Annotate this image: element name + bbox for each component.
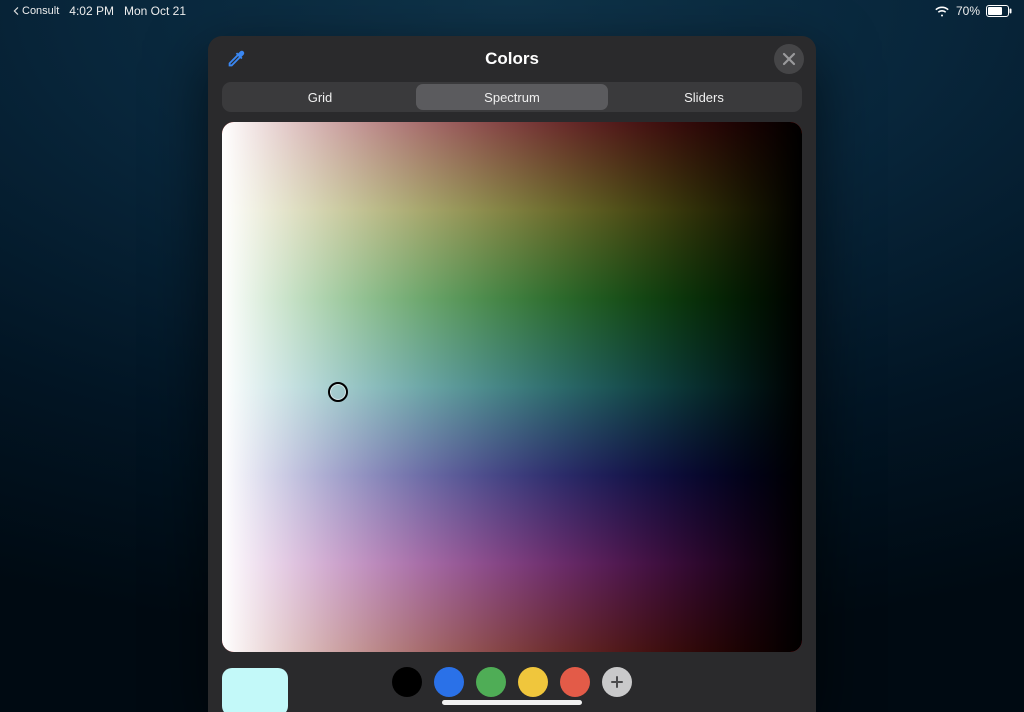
battery-percent: 70% — [956, 4, 980, 18]
spectrum-selector-ring[interactable] — [328, 382, 348, 402]
colors-panel: Colors Grid Spectrum Sliders — [208, 36, 816, 712]
plus-icon — [610, 675, 624, 689]
spectrum-black-layer — [222, 122, 802, 652]
recent-swatch-3[interactable] — [476, 667, 506, 697]
status-left: Consult 4:02 PM Mon Oct 21 — [12, 4, 186, 18]
recent-swatch-5[interactable] — [560, 667, 590, 697]
home-indicator[interactable] — [442, 700, 582, 705]
eyedropper-button[interactable] — [222, 45, 250, 73]
back-to-app-button[interactable]: Consult — [12, 5, 59, 17]
current-color-swatch[interactable] — [222, 668, 288, 712]
recent-swatch-2[interactable] — [434, 667, 464, 697]
battery-icon — [986, 5, 1012, 17]
tab-grid[interactable]: Grid — [224, 84, 416, 110]
tab-label: Grid — [308, 90, 333, 105]
add-swatch-button[interactable] — [602, 667, 632, 697]
wifi-icon — [934, 6, 950, 17]
tab-label: Sliders — [684, 90, 724, 105]
mode-tabs[interactable]: Grid Spectrum Sliders — [222, 82, 802, 112]
tab-spectrum[interactable]: Spectrum — [416, 84, 608, 110]
recent-swatch-1[interactable] — [392, 667, 422, 697]
panel-header: Colors — [208, 36, 816, 82]
tab-sliders[interactable]: Sliders — [608, 84, 800, 110]
recent-swatch-group — [300, 667, 724, 697]
recent-swatch-4[interactable] — [518, 667, 548, 697]
eyedropper-icon — [225, 48, 247, 70]
back-app-label: Consult — [22, 5, 59, 17]
panel-title: Colors — [485, 49, 539, 69]
spectrum-picker[interactable] — [222, 122, 802, 652]
status-right: 70% — [934, 4, 1012, 18]
chevron-left-icon — [12, 7, 20, 15]
status-bar: Consult 4:02 PM Mon Oct 21 70% — [0, 0, 1024, 22]
close-icon — [782, 52, 796, 66]
close-button[interactable] — [774, 44, 804, 74]
status-time: 4:02 PM — [69, 4, 114, 18]
status-date: Mon Oct 21 — [124, 4, 186, 18]
tab-label: Spectrum — [484, 90, 540, 105]
